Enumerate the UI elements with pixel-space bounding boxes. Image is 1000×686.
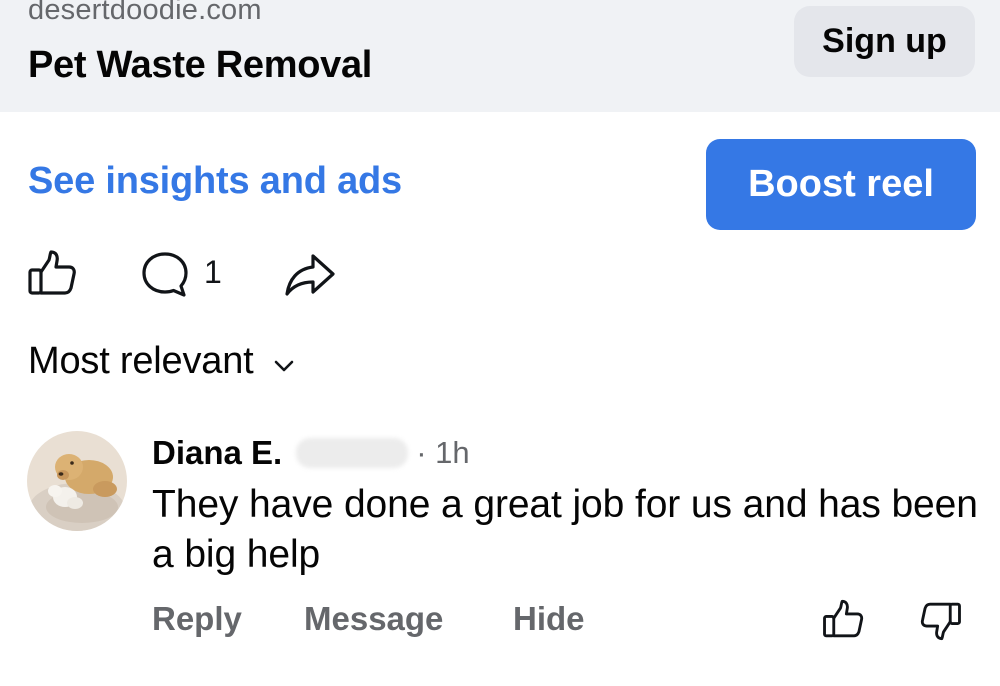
comment-header: Diana E. · 1h	[152, 433, 470, 473]
hide-button[interactable]: Hide	[513, 600, 585, 638]
page-name[interactable]: Pet Waste Removal	[28, 44, 372, 87]
thumbs-up-icon[interactable]	[27, 248, 77, 298]
comment-text: They have done a great job for us and ha…	[152, 483, 978, 576]
share-icon[interactable]	[283, 250, 337, 298]
chevron-down-icon	[274, 360, 293, 371]
sign-up-button[interactable]: Sign up	[794, 6, 975, 77]
commenter-avatar[interactable]	[27, 431, 127, 531]
reply-button[interactable]: Reply	[152, 600, 242, 638]
comment-icon[interactable]	[140, 250, 190, 298]
see-insights-link[interactable]: See insights and ads	[28, 160, 402, 203]
boost-reel-button[interactable]: Boost reel	[706, 139, 976, 230]
comment-author[interactable]: Diana E.	[152, 434, 282, 472]
redacted-name	[296, 438, 409, 468]
page-domain[interactable]: desertdoodie.com	[28, 0, 262, 27]
comment-sort-dropdown[interactable]: Most relevant	[28, 340, 296, 383]
message-button[interactable]: Message	[304, 600, 443, 638]
comment-timestamp: · 1h	[416, 435, 470, 470]
sort-label: Most relevant	[28, 340, 254, 382]
comment-count: 1	[204, 254, 222, 290]
dog-photo	[27, 431, 127, 531]
thumbs-down-icon[interactable]	[920, 600, 962, 642]
comment-thumbs-up-icon[interactable]	[822, 598, 864, 640]
page-header: desertdoodie.com Pet Waste Removal Sign …	[0, 0, 1000, 112]
